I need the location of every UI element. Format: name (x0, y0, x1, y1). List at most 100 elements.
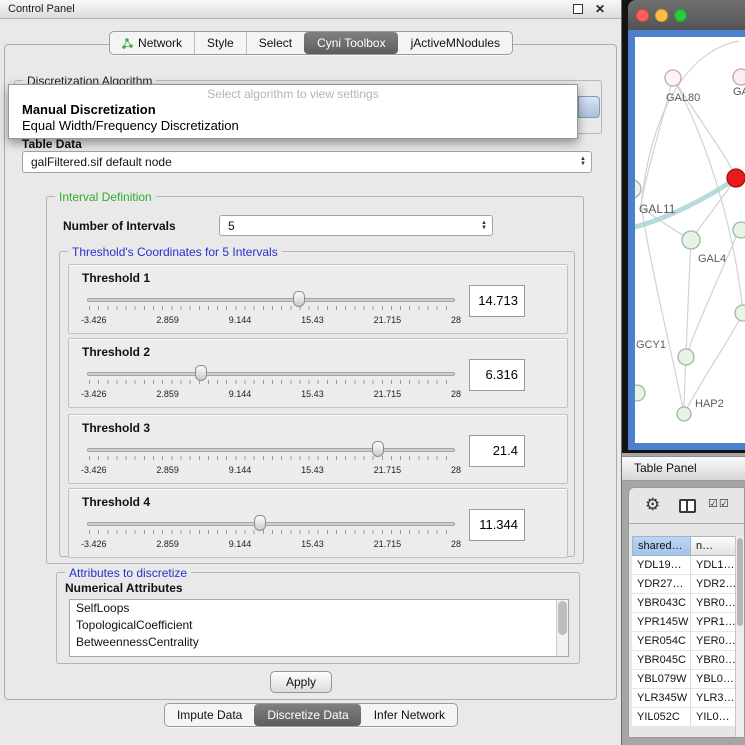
table-cell[interactable]: YBR045C (632, 651, 691, 670)
table-cell[interactable]: YBR043C (632, 594, 691, 613)
table-cell[interactable]: YLR3… (691, 689, 737, 708)
table-row[interactable]: YPR145WYPR1… (632, 613, 737, 632)
table-cell[interactable]: YIL052C (632, 708, 691, 727)
attributes-list: SelfLoops TopologicalCoefficient Between… (69, 599, 569, 657)
network-node[interactable] (635, 385, 645, 401)
slider-track[interactable] (87, 298, 455, 302)
tab-network[interactable]: Network (110, 32, 194, 54)
zoom-button[interactable] (674, 9, 687, 22)
tab-discretize-data[interactable]: Discretize Data (254, 704, 360, 726)
scale-label: 15.43 (301, 389, 324, 399)
column-header-name[interactable]: n… (691, 536, 737, 556)
threshold-value-field[interactable]: 6.316 (469, 359, 525, 391)
threshold-label: Threshold 4 (82, 495, 150, 509)
tab-select[interactable]: Select (246, 32, 304, 54)
list-item[interactable]: TopologicalCoefficient (70, 617, 568, 634)
close-icon[interactable]: ✕ (595, 2, 605, 16)
tab-cyni-toolbox[interactable]: Cyni Toolbox (304, 32, 397, 54)
network-node[interactable] (678, 349, 694, 365)
threshold-slider[interactable] (87, 289, 455, 313)
slider-ticks (89, 456, 453, 460)
interval-definition-title: Interval Definition (55, 190, 156, 204)
slider-track[interactable] (87, 448, 455, 452)
network-node-selected[interactable] (727, 169, 745, 187)
slider-thumb[interactable] (372, 441, 384, 457)
network-canvas[interactable]: GAL80 GA GAL11 GAL4 GCY1 HAP2 (635, 37, 745, 443)
table-row[interactable]: YIL052CYIL0… (632, 708, 737, 727)
table-body: YDL19…YDL1… YDR27…YDR2… YBR043CYBR0… YPR… (632, 556, 737, 727)
number-of-intervals-select[interactable]: 5 ▲▼ (219, 215, 493, 236)
table-row[interactable]: YDR27…YDR2… (632, 575, 737, 594)
tab-style[interactable]: Style (194, 32, 246, 54)
table-cell[interactable]: YDL19… (632, 556, 691, 575)
threshold-value-field[interactable]: 11.344 (469, 509, 525, 541)
scale-label: 28 (451, 389, 461, 399)
tab-jactivemnodules[interactable]: jActiveMNodules (398, 32, 512, 54)
network-node[interactable] (635, 180, 641, 198)
table-row[interactable]: YBL079WYBL0… (632, 670, 737, 689)
list-scrollbar[interactable] (556, 600, 568, 656)
table-cell[interactable]: YBR0… (691, 594, 737, 613)
tab-infer-network[interactable]: Infer Network (361, 704, 457, 726)
gear-icon[interactable]: ⚙ (645, 495, 660, 515)
list-item[interactable]: SelfLoops (70, 600, 568, 617)
table-cell[interactable]: YDR27… (632, 575, 691, 594)
table-cell[interactable]: YDL1… (691, 556, 737, 575)
table-cell[interactable]: YBR0… (691, 651, 737, 670)
table-cell[interactable]: YIL0… (691, 708, 737, 727)
table-cell[interactable]: YBL0… (691, 670, 737, 689)
threshold-value-field[interactable]: 14.713 (469, 285, 525, 317)
table-header-row: shared… n… (632, 536, 737, 556)
network-node[interactable] (677, 407, 691, 421)
slider-thumb[interactable] (293, 291, 305, 307)
threshold-slider[interactable] (87, 439, 455, 463)
table-cell[interactable]: YDR2… (691, 575, 737, 594)
table-cell[interactable]: YLR345W (632, 689, 691, 708)
table-data-select[interactable]: galFiltered.sif default node ▲▼ (22, 151, 592, 173)
table-cell[interactable]: YPR1… (691, 613, 737, 632)
column-header-shared-name[interactable]: shared… (632, 536, 691, 556)
number-of-intervals-value: 5 (228, 219, 235, 233)
apply-button[interactable]: Apply (270, 671, 332, 693)
table-row[interactable]: YBR045CYBR0… (632, 651, 737, 670)
table-cell[interactable]: YPR145W (632, 613, 691, 632)
control-panel-window: Control Panel ✕ Network Style Select Cyn… (0, 0, 622, 745)
tab-impute-data[interactable]: Impute Data (165, 704, 254, 726)
columns-icon[interactable] (679, 499, 696, 513)
thresholds-group: Threshold's Coordinates for 5 Intervals … (59, 251, 575, 557)
slider-scale: -3.4262.8599.14415.4321.71528 (81, 315, 461, 325)
slider-thumb[interactable] (195, 365, 207, 381)
float-window-icon[interactable] (573, 4, 583, 14)
algorithm-combo-fragment[interactable] (578, 96, 600, 118)
network-node[interactable] (733, 222, 745, 238)
slider-track[interactable] (87, 372, 455, 376)
threshold-value-field[interactable]: 21.4 (469, 435, 525, 467)
dropdown-option-manual-discretization[interactable]: Manual Discretization (9, 102, 577, 118)
slider-track[interactable] (87, 522, 455, 526)
table-row[interactable]: YBR043CYBR0… (632, 594, 737, 613)
table-row[interactable]: YLR345WYLR3… (632, 689, 737, 708)
checkboxes-icon[interactable]: ☑☑ (708, 497, 730, 510)
table-cell[interactable]: YER0… (691, 632, 737, 651)
network-node[interactable] (682, 231, 700, 249)
slider-thumb[interactable] (254, 515, 266, 531)
close-button[interactable] (636, 9, 649, 22)
scrollbar-thumb[interactable] (558, 601, 567, 635)
minimize-button[interactable] (655, 9, 668, 22)
table-cell[interactable]: YER054C (632, 632, 691, 651)
network-node[interactable] (735, 305, 745, 321)
scrollbar-thumb[interactable] (737, 538, 743, 626)
scale-label: 2.859 (156, 389, 179, 399)
threshold-slider[interactable] (87, 513, 455, 537)
list-item[interactable]: BetweennessCentrality (70, 634, 568, 651)
table-row[interactable]: YER054CYER0… (632, 632, 737, 651)
table-cell[interactable]: YBL079W (632, 670, 691, 689)
table-scrollbar[interactable] (735, 536, 744, 737)
network-node[interactable] (665, 70, 681, 86)
slider-scale: -3.4262.8599.14415.4321.71528 (81, 389, 461, 399)
network-node[interactable] (733, 69, 745, 85)
table-row[interactable]: YDL19…YDL1… (632, 556, 737, 575)
tab-label: Cyni Toolbox (317, 36, 385, 50)
dropdown-option-equal-width-frequency[interactable]: Equal Width/Frequency Discretization (9, 118, 577, 134)
threshold-slider[interactable] (87, 363, 455, 387)
